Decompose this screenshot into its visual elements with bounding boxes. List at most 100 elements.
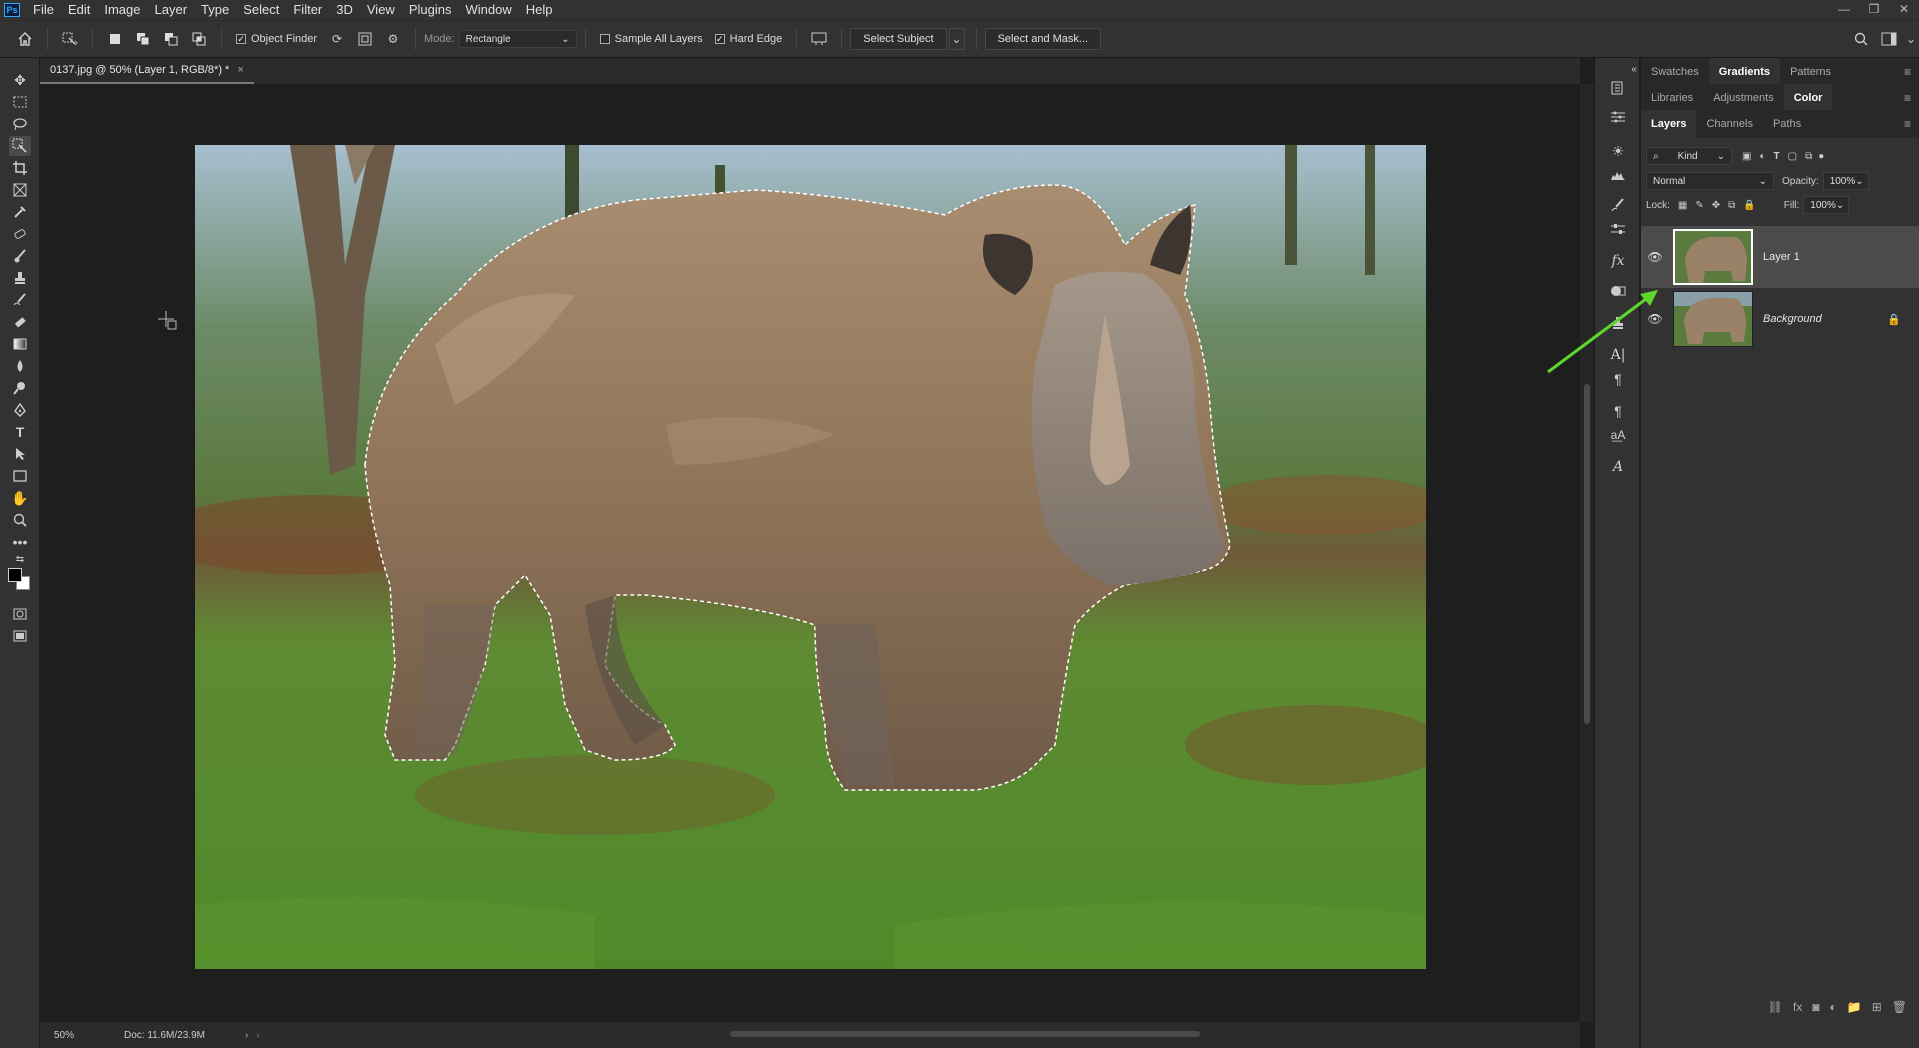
type-tool-icon[interactable]: T: [9, 422, 31, 442]
subtract-from-selection-icon[interactable]: [160, 28, 182, 50]
lock-icon[interactable]: 🔒: [1887, 313, 1901, 326]
tab-channels[interactable]: Channels: [1696, 110, 1762, 138]
menu-view[interactable]: View: [360, 0, 402, 20]
marquee-tool-icon[interactable]: [9, 92, 31, 112]
filter-toggle-icon[interactable]: ●: [1818, 151, 1824, 162]
tab-swatches[interactable]: Swatches: [1641, 58, 1709, 86]
blend-mode-select[interactable]: Normal ⌄: [1646, 172, 1774, 190]
collapse-arrows-icon[interactable]: «: [1629, 64, 1639, 75]
zoom-level[interactable]: 50%: [54, 1030, 94, 1041]
blur-tool-icon[interactable]: [9, 356, 31, 376]
new-group-icon[interactable]: 📁: [1847, 1000, 1862, 1020]
smart-object-filter-icon[interactable]: ⧉: [1805, 151, 1812, 162]
sample-all-layers-checkbox[interactable]: Sample All Layers: [599, 33, 703, 45]
workspace-icon[interactable]: [1878, 28, 1900, 50]
adjustment-filter-icon[interactable]: ◐: [1759, 151, 1765, 162]
zoom-tool-icon[interactable]: [9, 510, 31, 530]
eraser-tool-icon[interactable]: [9, 312, 31, 332]
histogram-icon[interactable]: [1607, 164, 1629, 186]
lock-transparency-icon[interactable]: ▦: [1678, 200, 1687, 211]
home-icon[interactable]: [14, 28, 36, 50]
layer-name[interactable]: Background: [1763, 313, 1822, 325]
healing-brush-tool-icon[interactable]: [9, 224, 31, 244]
glyphs-panel-icon[interactable]: A: [1607, 456, 1629, 478]
brush-settings-icon[interactable]: [1607, 194, 1629, 216]
document-canvas[interactable]: [195, 145, 1426, 969]
object-selection-tool-icon[interactable]: [9, 136, 31, 156]
hand-tool-icon[interactable]: ✋: [9, 488, 31, 508]
select-and-mask-button[interactable]: Select and Mask...: [984, 28, 1102, 50]
menu-plugins[interactable]: Plugins: [402, 0, 459, 20]
lasso-tool-icon[interactable]: [9, 114, 31, 134]
fx-icon[interactable]: fx: [1793, 1000, 1802, 1020]
crop-tool-icon[interactable]: [9, 158, 31, 178]
hard-edge-checkbox[interactable]: ✓ Hard Edge: [714, 33, 782, 45]
delete-layer-icon[interactable]: 🗑: [1892, 1000, 1907, 1020]
menu-select[interactable]: Select: [236, 0, 286, 20]
path-selection-tool-icon[interactable]: [9, 444, 31, 464]
paragraph-styles-icon[interactable]: ¶: [1607, 400, 1629, 422]
intersect-selection-icon[interactable]: [188, 28, 210, 50]
tab-color[interactable]: Color: [1783, 84, 1833, 112]
minimize-button[interactable]: —: [1829, 0, 1859, 20]
tab-libraries[interactable]: Libraries: [1641, 84, 1703, 112]
frame-tool-icon[interactable]: [9, 180, 31, 200]
document-tab[interactable]: 0137.jpg @ 50% (Layer 1, RGB/8*) * ×: [40, 58, 254, 84]
properties-panel-icon[interactable]: [1607, 106, 1629, 128]
brightness-icon[interactable]: ☀: [1607, 140, 1629, 162]
pixel-filter-icon[interactable]: ▣: [1742, 151, 1751, 162]
tab-paths[interactable]: Paths: [1763, 110, 1811, 138]
lock-artboard-icon[interactable]: ⧉: [1728, 200, 1735, 211]
menu-file[interactable]: File: [26, 0, 61, 20]
link-layers-icon[interactable]: ⛓: [1768, 1000, 1783, 1020]
tab-patterns[interactable]: Patterns: [1780, 58, 1841, 86]
rectangle-tool-icon[interactable]: [9, 466, 31, 486]
restore-button[interactable]: ❐: [1859, 0, 1889, 20]
brush-presets-icon[interactable]: [1607, 218, 1629, 240]
filter-kind-select[interactable]: ⌕ Kind ⌄: [1646, 147, 1732, 165]
lock-position-icon[interactable]: ✥: [1712, 200, 1720, 211]
visibility-eye-icon[interactable]: 👁: [1641, 250, 1669, 264]
type-filter-icon[interactable]: T: [1774, 151, 1780, 162]
menu-window[interactable]: Window: [458, 0, 518, 20]
layer-name[interactable]: Layer 1: [1763, 251, 1800, 263]
swap-colors-icon[interactable]: ⇆: [9, 552, 31, 566]
close-window-button[interactable]: ✕: [1889, 0, 1919, 20]
panel-menu-icon[interactable]: ≡: [1904, 91, 1911, 105]
add-mask-icon[interactable]: ◙: [1812, 1000, 1819, 1020]
add-to-selection-icon[interactable]: [132, 28, 154, 50]
layer-row-background[interactable]: 👁 Background 🔒: [1641, 288, 1919, 350]
gear-icon[interactable]: ⚙: [382, 28, 404, 50]
chevron-left-icon[interactable]: ‹: [256, 1030, 259, 1041]
layer-row-layer-1[interactable]: 👁 Layer 1: [1641, 226, 1919, 288]
new-selection-icon[interactable]: [104, 28, 126, 50]
more-tools-icon[interactable]: •••: [9, 532, 31, 552]
horizontal-scroll-thumb[interactable]: [730, 1031, 1200, 1037]
brush-tool-icon[interactable]: [9, 246, 31, 266]
tab-gradients[interactable]: Gradients: [1708, 58, 1781, 86]
dodge-tool-icon[interactable]: [9, 378, 31, 398]
menu-image[interactable]: Image: [97, 0, 147, 20]
chevron-right-icon[interactable]: ›: [245, 1030, 248, 1041]
search-icon[interactable]: [1850, 28, 1872, 50]
adjustment-layer-icon[interactable]: ◐: [1830, 1000, 1837, 1020]
fx-styles-icon[interactable]: fx: [1607, 250, 1629, 272]
menu-edit[interactable]: Edit: [61, 0, 97, 20]
close-tab-icon[interactable]: ×: [237, 64, 243, 76]
eyedropper-tool-icon[interactable]: [9, 202, 31, 222]
history-brush-tool-icon[interactable]: [9, 290, 31, 310]
menu-help[interactable]: Help: [519, 0, 560, 20]
lock-pixels-icon[interactable]: ✎: [1695, 200, 1703, 211]
foreground-color-swatch[interactable]: [8, 568, 22, 582]
shape-filter-icon[interactable]: ▢: [1788, 151, 1797, 162]
history-panel-icon[interactable]: [1607, 78, 1629, 100]
color-swatches[interactable]: [8, 568, 32, 592]
pen-tool-icon[interactable]: [9, 400, 31, 420]
object-selection-tool-preset-icon[interactable]: [59, 28, 81, 50]
refine-edge-icon[interactable]: [808, 28, 830, 50]
menu-filter[interactable]: Filter: [286, 0, 329, 20]
fill-input[interactable]: 100% ⌄: [1803, 196, 1850, 214]
refresh-icon[interactable]: ⟳: [326, 28, 348, 50]
lock-all-icon[interactable]: 🔒: [1743, 200, 1755, 211]
show-all-objects-icon[interactable]: [354, 28, 376, 50]
